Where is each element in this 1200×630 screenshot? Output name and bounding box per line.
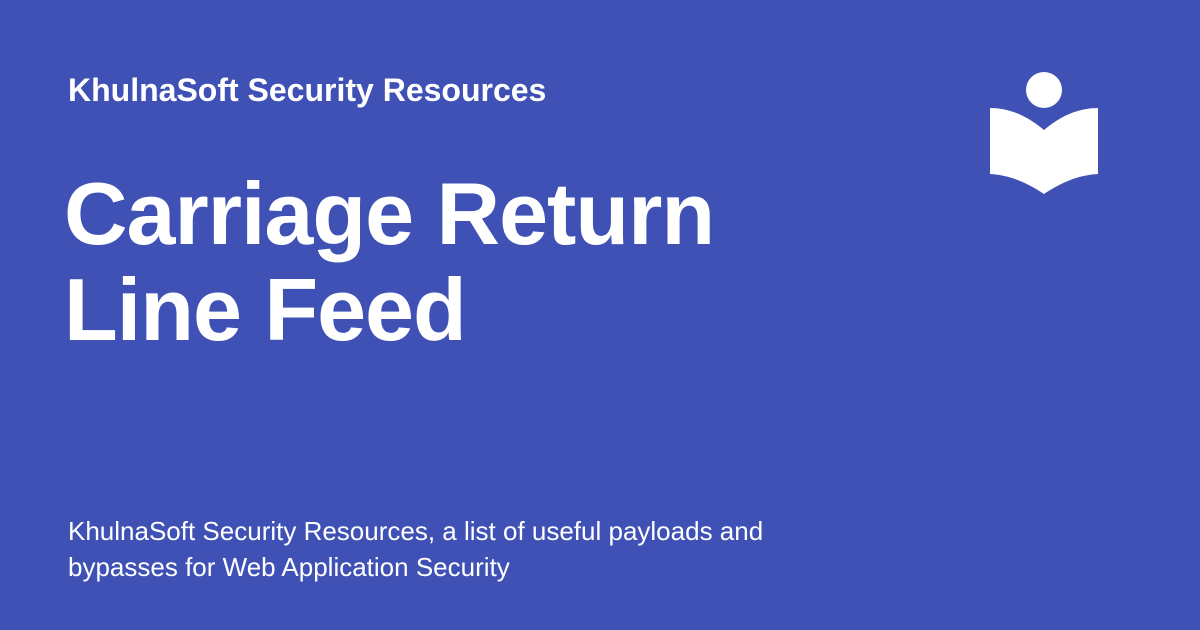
- page-title: Carriage Return Line Feed: [64, 166, 824, 358]
- page-title-line-2: Line Feed: [64, 260, 467, 359]
- page-description: KhulnaSoft Security Resources, a list of…: [68, 516, 764, 582]
- social-preview-card: KhulnaSoft Security Resources Carriage R…: [0, 0, 1200, 630]
- site-name: KhulnaSoft Security Resources: [68, 72, 547, 108]
- page-title-line-1: Carriage Return: [64, 164, 715, 263]
- open-book-reader-icon: [990, 72, 1098, 196]
